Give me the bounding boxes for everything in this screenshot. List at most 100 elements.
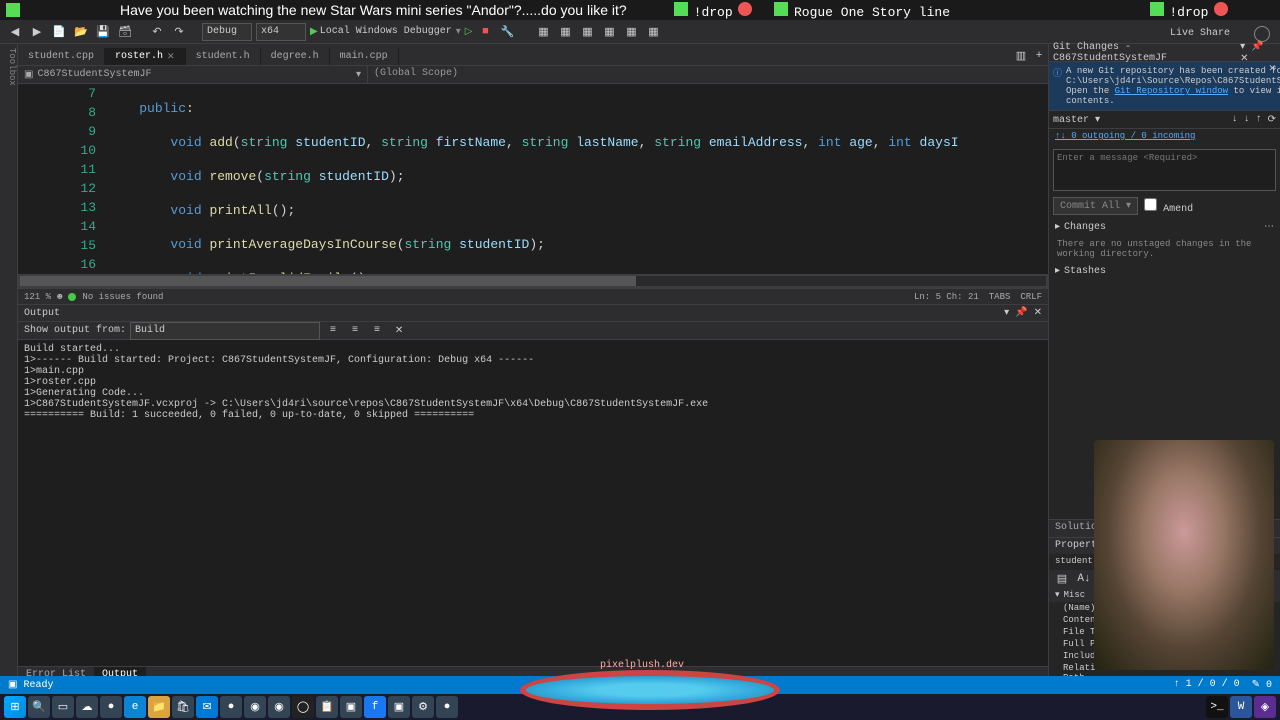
toolbar-icon[interactable]: ▦ xyxy=(578,23,596,41)
app-icon[interactable]: 📋 xyxy=(316,696,338,718)
pixelplush-portal: pixelplush.dev xyxy=(520,660,780,710)
app-icon[interactable]: ● xyxy=(220,696,242,718)
save-icon[interactable]: 💾 xyxy=(94,23,112,41)
app-icon[interactable]: ● xyxy=(100,696,122,718)
output-toolbar: Show output from: Build ≡ ≡ ≡ ✕ xyxy=(18,322,1048,340)
info-icon: ⓘ xyxy=(1053,66,1062,106)
amend-checkbox[interactable]: Amend xyxy=(1144,198,1193,215)
store-icon[interactable]: 🛍 xyxy=(172,696,194,718)
toolbox-sidebar[interactable]: Toolbox xyxy=(0,44,18,684)
stashes-section[interactable]: ▸ Stashes xyxy=(1049,261,1280,281)
close-icon[interactable]: ✕ xyxy=(1268,64,1276,74)
editor-statusbar: 121 % ☻ No issues found Ln: 5 Ch: 21 TAB… xyxy=(18,288,1048,304)
changes-section[interactable]: ▸ Changes⋯ xyxy=(1049,217,1280,237)
tab-roster-h[interactable]: roster.h✕ xyxy=(105,48,186,65)
word-icon[interactable]: W xyxy=(1230,696,1252,718)
output-source-dropdown[interactable]: Build xyxy=(130,322,320,340)
clear-icon[interactable]: ✕ xyxy=(390,322,408,340)
branch-dropdown[interactable]: master ▾ xyxy=(1053,114,1100,126)
explorer-icon[interactable]: 📁 xyxy=(148,696,170,718)
output-tool-icon[interactable]: ≡ xyxy=(368,322,386,340)
app-icon[interactable]: ⚙ xyxy=(412,696,434,718)
tab-student-cpp[interactable]: student.cpp xyxy=(18,48,105,65)
fetch-icon[interactable]: ↓ xyxy=(1232,114,1238,126)
toolbar-icon[interactable]: ▦ xyxy=(622,23,640,41)
task-view-icon[interactable]: ▭ xyxy=(52,696,74,718)
project-scope-dropdown[interactable]: ▣ C867StudentSystemJF▾ xyxy=(18,66,368,83)
weather-icon[interactable]: ☁ xyxy=(76,696,98,718)
categorize-icon[interactable]: ▤ xyxy=(1053,570,1071,588)
tab-degree-h[interactable]: degree.h xyxy=(261,48,330,65)
output-text[interactable]: Build started... 1>------ Build started:… xyxy=(18,340,1048,666)
red-ball-icon xyxy=(738,2,752,16)
account-icon[interactable] xyxy=(1254,26,1270,42)
build-icon[interactable]: 🔧 xyxy=(498,23,516,41)
add-icon[interactable]: + xyxy=(1030,47,1048,65)
check-icon xyxy=(6,3,20,17)
search-icon[interactable]: 🔍 xyxy=(28,696,50,718)
check-icon xyxy=(1150,2,1164,16)
stream-chat-text: Have you been watching the new Star Wars… xyxy=(120,2,627,18)
push-icon[interactable]: ↑ xyxy=(1256,114,1262,126)
nav-back-icon[interactable]: ◀ xyxy=(6,23,24,41)
pull-icon[interactable]: ↓ xyxy=(1244,114,1250,126)
app-icon[interactable]: ◉ xyxy=(268,696,290,718)
dropdown-icon[interactable]: ▾ xyxy=(1240,42,1245,53)
start-debug-button[interactable]: ▶Local Windows Debugger▾ xyxy=(310,26,461,38)
scope-bar: ▣ C867StudentSystemJF▾ (Global Scope) xyxy=(18,66,1048,84)
toolbar-icon[interactable]: ▦ xyxy=(644,23,662,41)
pin-icon[interactable]: 📌 xyxy=(1251,42,1263,53)
commit-all-button[interactable]: Commit All ▾ xyxy=(1053,197,1138,215)
redo-icon[interactable]: ↷ xyxy=(170,23,188,41)
symbol-scope-dropdown[interactable]: (Global Scope) xyxy=(368,66,1048,83)
start-button[interactable]: ⊞ xyxy=(4,696,26,718)
app-icon[interactable]: ▣ xyxy=(340,696,362,718)
stop-icon[interactable]: ■ xyxy=(476,23,494,41)
tab-main-cpp[interactable]: main.cpp xyxy=(330,48,399,65)
pin-icon[interactable]: ▾ xyxy=(1004,308,1009,319)
output-panel-header: Output ▾ 📌 ✕ xyxy=(18,304,1048,322)
code-editor[interactable]: 78910111213141516 public: void add(strin… xyxy=(18,84,1048,274)
close-icon[interactable]: ✕ xyxy=(1034,308,1042,319)
visual-studio-icon[interactable]: ◈ xyxy=(1254,696,1276,718)
tab-student-h[interactable]: student.h xyxy=(186,48,261,65)
git-sync-link[interactable]: ↑↓ 0 outgoing / 0 incoming xyxy=(1049,129,1280,145)
facebook-icon[interactable]: f xyxy=(364,696,386,718)
stream-drop-1: !drop Rogue One Story line xyxy=(672,2,950,20)
chrome-icon[interactable]: ◉ xyxy=(244,696,266,718)
cursor-position: Ln: 5 Ch: 21 xyxy=(914,292,979,302)
open-icon[interactable]: 📂 xyxy=(72,23,90,41)
obs-icon[interactable]: ◯ xyxy=(292,696,314,718)
feedback-icon[interactable]: ☻ xyxy=(57,292,62,302)
app-icon[interactable]: ▣ xyxy=(388,696,410,718)
git-repo-window-link[interactable]: Git Repository window xyxy=(1115,86,1228,96)
indent-mode[interactable]: TABS xyxy=(989,292,1011,302)
save-all-icon[interactable]: 🗃 xyxy=(116,23,134,41)
app-icon[interactable]: ● xyxy=(436,696,458,718)
zoom-level[interactable]: 121 % xyxy=(24,292,51,302)
mail-icon[interactable]: ✉ xyxy=(196,696,218,718)
sync-icon[interactable]: ⟳ xyxy=(1268,114,1276,126)
toolbar-icon[interactable]: ▦ xyxy=(534,23,552,41)
horizontal-scrollbar[interactable] xyxy=(18,274,1048,288)
new-file-icon[interactable]: 📄 xyxy=(50,23,68,41)
terminal-icon[interactable]: >_ xyxy=(1206,696,1228,718)
toolbar-icon[interactable]: ▦ xyxy=(556,23,574,41)
edge-icon[interactable]: e xyxy=(124,696,146,718)
output-tool-icon[interactable]: ≡ xyxy=(324,322,342,340)
output-tool-icon[interactable]: ≡ xyxy=(346,322,364,340)
platform-dropdown[interactable]: x64 xyxy=(256,23,306,41)
alpha-icon[interactable]: A↓ xyxy=(1075,570,1093,588)
undo-icon[interactable]: ↶ xyxy=(148,23,166,41)
start-no-debug-button[interactable]: ▷ xyxy=(465,26,473,38)
code-body[interactable]: public: void add(string studentID, strin… xyxy=(108,84,1048,274)
liveshare-button[interactable]: Live Share xyxy=(1170,28,1230,39)
window-split-icon[interactable]: ▥ xyxy=(1012,47,1030,65)
line-ending[interactable]: CRLF xyxy=(1020,292,1042,302)
config-dropdown[interactable]: Debug xyxy=(202,23,252,41)
nav-fwd-icon[interactable]: ▶ xyxy=(28,23,46,41)
close-icon[interactable]: ✕ xyxy=(167,52,175,62)
commit-message-input[interactable]: Enter a message <Required> xyxy=(1053,149,1276,191)
pin-icon[interactable]: 📌 xyxy=(1015,308,1027,319)
toolbar-icon[interactable]: ▦ xyxy=(600,23,618,41)
